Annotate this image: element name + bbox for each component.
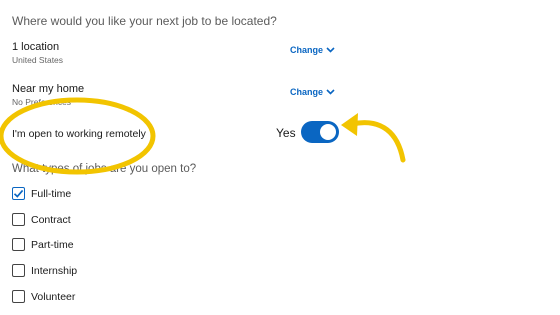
location-title: 1 location — [12, 41, 60, 53]
chevron-down-icon — [326, 47, 335, 53]
change-near-home-label: Change — [290, 87, 324, 97]
job-type-volunteer[interactable]: Volunteer — [12, 290, 75, 303]
remote-state-label: Yes — [276, 126, 296, 140]
job-type-internship[interactable]: Internship — [12, 264, 77, 277]
job-type-label: Full-time — [31, 187, 72, 200]
job-types-question: What types of jobs are you open to? — [12, 163, 197, 175]
checkmark-icon — [13, 189, 24, 198]
location-question: Where would you like your next job to be… — [12, 14, 277, 28]
location-row-near-home: Near my home No Preferences — [12, 83, 84, 107]
job-type-label: Contract — [31, 213, 71, 226]
change-location-button[interactable]: Change — [290, 45, 335, 55]
annotation-overlay — [0, 97, 406, 175]
location-subtitle: United States — [12, 55, 64, 65]
job-type-full-time[interactable]: Full-time — [12, 187, 71, 200]
chevron-down-icon — [326, 89, 335, 95]
change-location-label: Change — [290, 45, 324, 55]
remote-label: I'm open to working remotely — [12, 128, 146, 140]
checkbox[interactable] — [12, 264, 25, 277]
checkbox[interactable] — [12, 238, 25, 251]
job-type-label: Volunteer — [31, 290, 76, 303]
checkbox[interactable] — [12, 290, 25, 303]
near-home-subtitle: No Preferences — [12, 97, 72, 107]
job-type-contract[interactable]: Contract — [12, 213, 71, 226]
arrow-head-icon — [341, 113, 358, 136]
change-near-home-button[interactable]: Change — [290, 87, 335, 97]
remote-toggle[interactable] — [301, 121, 339, 143]
job-type-label: Internship — [31, 264, 78, 277]
pointer-arrow-icon — [349, 120, 406, 163]
job-type-label: Part-time — [31, 238, 74, 251]
job-type-part-time[interactable]: Part-time — [12, 238, 74, 251]
toggle-knob — [320, 124, 336, 140]
location-row-count: 1 location United States — [12, 41, 63, 65]
checkbox-checked[interactable] — [12, 187, 25, 200]
checkbox[interactable] — [12, 213, 25, 226]
near-home-title: Near my home — [12, 83, 85, 95]
